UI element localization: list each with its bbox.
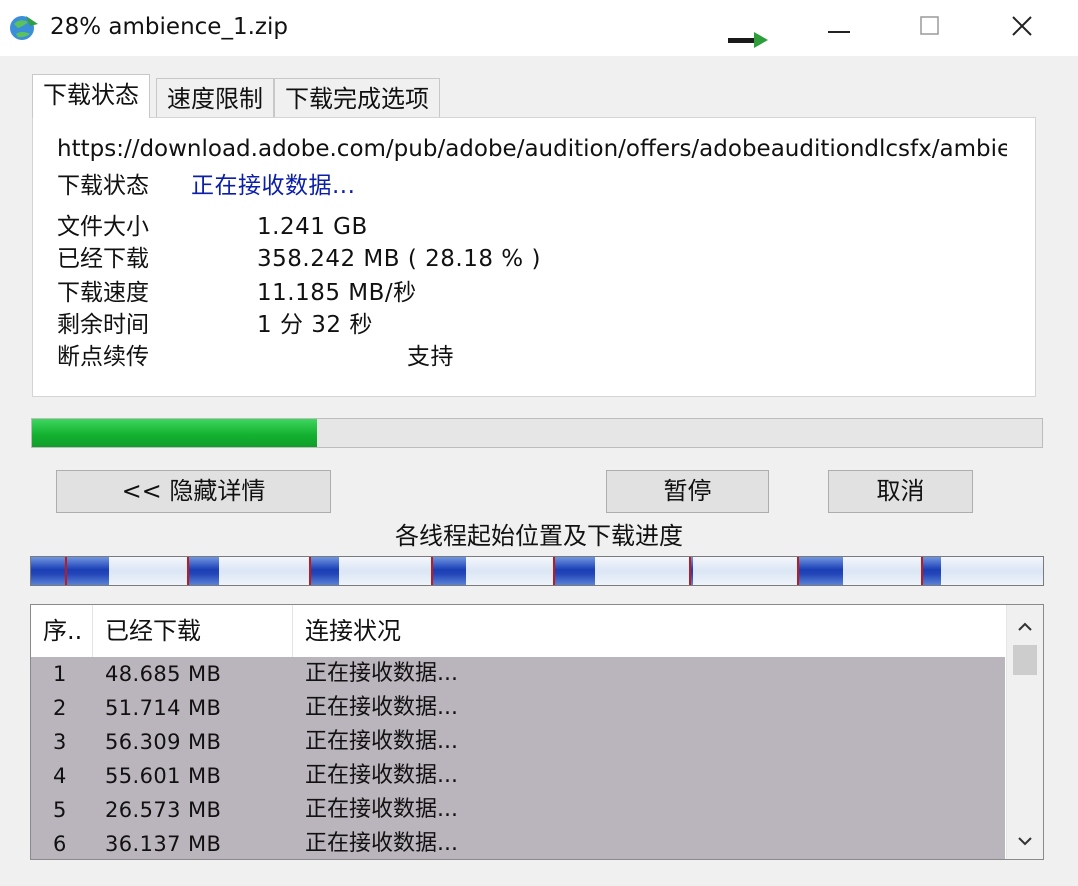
download-arrow-icon xyxy=(726,30,770,50)
thread-remaining xyxy=(219,557,309,585)
column-header-status[interactable]: 连接状况 xyxy=(293,605,1005,657)
table-row[interactable]: 5 26.573 MB 正在接收数据... xyxy=(31,793,1005,827)
thread-segment xyxy=(553,557,595,585)
minimize-button[interactable] xyxy=(794,0,886,56)
column-header-downloaded[interactable]: 已经下载 xyxy=(93,605,293,657)
close-button[interactable] xyxy=(976,0,1068,56)
downloaded-value: 358.242 MB ( 28.18 % ) xyxy=(257,246,541,272)
chevron-down-icon xyxy=(1017,831,1033,850)
row-downloaded: 51.714 MB xyxy=(105,696,222,720)
file-size-value: 1.241 GB xyxy=(257,214,368,240)
row-status: 正在接收数据... xyxy=(305,661,458,686)
resume-support-value: 支持 xyxy=(407,344,454,370)
resume-support-label: 断点续传 xyxy=(57,344,149,370)
thread-segment xyxy=(797,557,843,585)
row-downloaded: 55.601 MB xyxy=(105,764,222,788)
remaining-time-label: 剩余时间 xyxy=(57,312,149,338)
row-downloaded: 36.137 MB xyxy=(105,832,222,856)
title-bar: 28% ambience_1.zip xyxy=(0,0,1078,56)
threads-progress-bar xyxy=(30,556,1044,586)
speed-label: 下载速度 xyxy=(57,280,149,306)
thread-segment xyxy=(309,557,339,585)
chevron-up-icon xyxy=(1017,617,1033,636)
maximize-icon xyxy=(919,15,941,41)
window-title: 28% ambience_1.zip xyxy=(50,14,288,40)
thread-remaining xyxy=(595,557,689,585)
cancel-button[interactable]: 取消 xyxy=(828,470,973,513)
row-downloaded: 26.573 MB xyxy=(105,798,222,822)
thread-remaining xyxy=(109,557,187,585)
list-header: 序.. 已经下载 连接状况 xyxy=(31,605,1005,658)
table-row[interactable]: 6 36.137 MB 正在接收数据... xyxy=(31,827,1005,859)
hide-details-button[interactable]: << 隐藏详情 xyxy=(56,470,331,513)
status-label: 下载状态 xyxy=(57,173,149,199)
details-panel: https://download.adobe.com/pub/adobe/aud… xyxy=(32,117,1036,397)
thread-start-marker xyxy=(797,557,799,585)
thread-segment xyxy=(187,557,219,585)
row-downloaded: 48.685 MB xyxy=(105,662,222,686)
table-row[interactable]: 3 56.309 MB 正在接收数据... xyxy=(31,725,1005,759)
connections-list[interactable]: 序.. 已经下载 连接状况 1 48.685 MB 正在接收数据... 2 51… xyxy=(30,604,1044,860)
thread-start-marker xyxy=(65,557,67,585)
scroll-up-button[interactable] xyxy=(1007,611,1043,641)
column-header-index[interactable]: 序.. xyxy=(31,605,93,657)
progress-fill xyxy=(32,419,317,447)
thread-remaining xyxy=(693,557,797,585)
thread-remaining xyxy=(843,557,921,585)
idm-app-icon xyxy=(8,12,40,44)
row-status: 正在接收数据... xyxy=(305,729,458,754)
download-url: https://download.adobe.com/pub/adobe/aud… xyxy=(57,136,1007,162)
row-index: 4 xyxy=(53,764,67,788)
remaining-time-value: 1 分 32 秒 xyxy=(257,312,373,338)
minimize-icon xyxy=(828,19,852,38)
row-index: 1 xyxy=(53,662,67,686)
row-index: 5 xyxy=(53,798,67,822)
thread-start-marker xyxy=(187,557,189,585)
thread-start-marker xyxy=(431,557,433,585)
row-index: 2 xyxy=(53,696,67,720)
thread-segment xyxy=(921,557,941,585)
thread-start-marker xyxy=(921,557,923,585)
thread-segment xyxy=(431,557,466,585)
speed-value: 11.185 MB/秒 xyxy=(257,280,417,306)
thread-start-marker xyxy=(689,557,691,585)
download-progress-bar xyxy=(31,418,1043,448)
row-status: 正在接收数据... xyxy=(305,695,458,720)
thread-segment xyxy=(31,557,109,585)
threads-progress-label: 各线程起始位置及下载进度 xyxy=(395,522,683,550)
table-row[interactable]: 2 51.714 MB 正在接收数据... xyxy=(31,691,1005,725)
thread-start-marker xyxy=(553,557,555,585)
row-status: 正在接收数据... xyxy=(305,831,458,856)
connection-rows: 1 48.685 MB 正在接收数据... 2 51.714 MB 正在接收数据… xyxy=(31,657,1005,859)
list-scrollbar[interactable] xyxy=(1006,605,1043,859)
thread-remaining xyxy=(339,557,431,585)
row-status: 正在接收数据... xyxy=(305,797,458,822)
thread-remaining xyxy=(941,557,1043,585)
file-size-label: 文件大小 xyxy=(57,214,149,240)
tab-completion-options[interactable]: 下载完成选项 xyxy=(274,78,440,118)
thread-start-marker xyxy=(309,557,311,585)
pause-button[interactable]: 暂停 xyxy=(606,470,769,513)
scroll-thumb[interactable] xyxy=(1013,645,1037,675)
thread-remaining xyxy=(466,557,553,585)
downloaded-label: 已经下载 xyxy=(57,246,149,272)
tab-download-status[interactable]: 下载状态 xyxy=(32,74,150,118)
row-index: 3 xyxy=(53,730,67,754)
scroll-down-button[interactable] xyxy=(1007,825,1043,855)
table-row[interactable]: 1 48.685 MB 正在接收数据... xyxy=(31,657,1005,691)
row-status: 正在接收数据... xyxy=(305,763,458,788)
tab-speed-limit[interactable]: 速度限制 xyxy=(156,78,274,118)
status-value: 正在接收数据... xyxy=(191,173,356,199)
row-downloaded: 56.309 MB xyxy=(105,730,222,754)
close-icon xyxy=(1010,14,1034,42)
table-row[interactable]: 4 55.601 MB 正在接收数据... xyxy=(31,759,1005,793)
row-index: 6 xyxy=(53,832,67,856)
maximize-button[interactable] xyxy=(884,0,976,56)
